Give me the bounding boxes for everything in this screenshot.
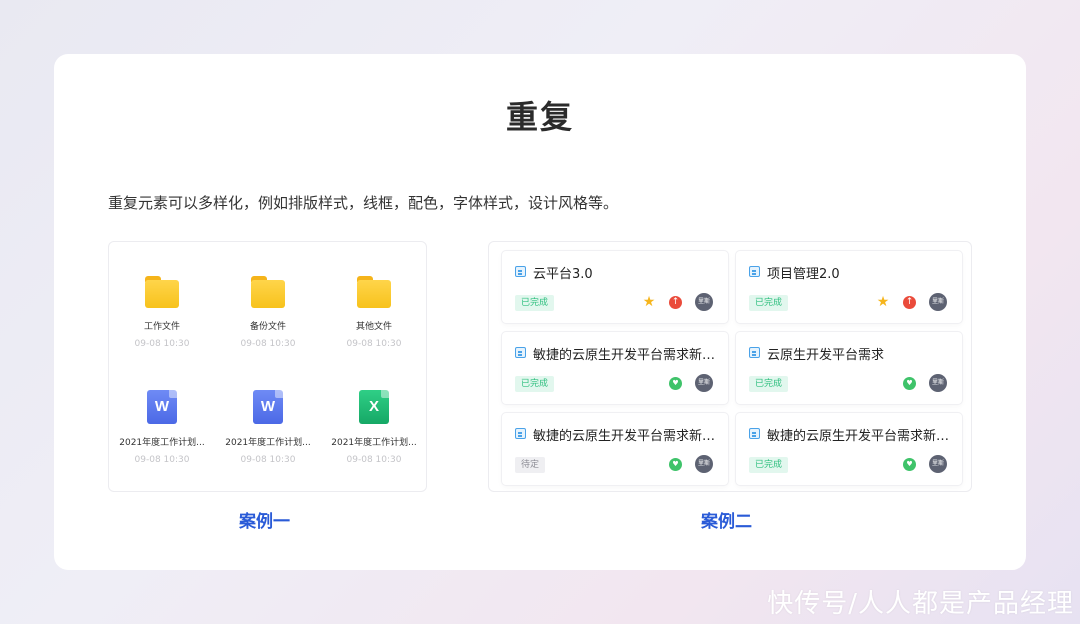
avatar[interactable]: 里斯 bbox=[929, 293, 947, 311]
task-card[interactable]: 敏捷的云原生开发平台需求新… 已完成 ♥ 里斯 bbox=[736, 413, 962, 485]
avatar[interactable]: 里斯 bbox=[695, 455, 713, 473]
task-list-icon bbox=[749, 266, 760, 277]
status-badge: 待定 bbox=[515, 457, 546, 473]
task-title: 云原生开发平台需求 bbox=[767, 348, 885, 363]
file-item[interactable]: W 2021年度工作计划... 09-08 10:30 bbox=[215, 390, 321, 465]
file-name: 其他文件 bbox=[355, 322, 392, 332]
file-item[interactable]: W 2021年度工作计划... 09-08 10:30 bbox=[109, 390, 215, 465]
up-arrow-icon[interactable]: ↑ bbox=[903, 296, 916, 309]
file-name: 工作文件 bbox=[143, 322, 180, 332]
status-badge: 已完成 bbox=[515, 376, 555, 392]
avatar[interactable]: 里斯 bbox=[929, 455, 947, 473]
heart-icon[interactable]: ♥ bbox=[669, 377, 682, 390]
folder-icon bbox=[251, 276, 285, 308]
task-list-icon bbox=[515, 266, 526, 277]
task-title: 敏捷的云原生开发平台需求新… bbox=[767, 429, 950, 444]
file-date: 09-08 10:30 bbox=[240, 339, 296, 349]
case1-label: 案例一 bbox=[239, 512, 290, 532]
heart-icon[interactable]: ♥ bbox=[903, 377, 916, 390]
file-date: 09-08 10:30 bbox=[134, 339, 190, 349]
task-card[interactable]: 敏捷的云原生开发平台需求新… 已完成 ♥ 里斯 bbox=[502, 332, 728, 404]
file-name: 2021年度工作计划... bbox=[225, 438, 311, 448]
task-list-icon bbox=[749, 347, 760, 358]
folder-icon bbox=[357, 276, 391, 308]
page-title: 重复 bbox=[505, 98, 574, 136]
file-date: 09-08 10:30 bbox=[134, 455, 190, 465]
task-list-icon bbox=[515, 428, 526, 439]
watermark-text: 快传号/人人都是产品经理 bbox=[767, 589, 1074, 619]
task-title: 敏捷的云原生开发平台需求新… bbox=[533, 429, 716, 444]
file-date: 09-08 10:30 bbox=[346, 339, 402, 349]
status-badge: 已完成 bbox=[749, 457, 789, 473]
word-doc-icon: W bbox=[147, 390, 177, 424]
word-doc-icon: W bbox=[253, 390, 283, 424]
status-badge: 已完成 bbox=[749, 376, 789, 392]
file-name: 2021年度工作计划... bbox=[119, 438, 205, 448]
file-item[interactable]: 工作文件 09-08 10:30 bbox=[109, 276, 215, 349]
status-badge: 已完成 bbox=[515, 295, 555, 311]
description-text: 重复元素可以多样化，例如排版样式，线框，配色，字体样式，设计风格等。 bbox=[108, 194, 619, 212]
status-badge: 已完成 bbox=[749, 295, 789, 311]
up-arrow-icon[interactable]: ↑ bbox=[669, 296, 682, 309]
file-item[interactable]: 备份文件 09-08 10:30 bbox=[215, 276, 321, 349]
task-title: 敏捷的云原生开发平台需求新… bbox=[533, 348, 716, 363]
heart-icon[interactable]: ♥ bbox=[669, 458, 682, 471]
task-card[interactable]: 云平台3.0 已完成 ★ ↑ 里斯 bbox=[502, 251, 728, 323]
task-title: 项目管理2.0 bbox=[767, 267, 840, 282]
star-icon[interactable]: ★ bbox=[876, 295, 890, 309]
task-card[interactable]: 敏捷的云原生开发平台需求新… 待定 ♥ 里斯 bbox=[502, 413, 728, 485]
task-list-icon bbox=[515, 347, 526, 358]
file-date: 09-08 10:30 bbox=[240, 455, 296, 465]
file-grid-panel: 工作文件 09-08 10:30 备份文件 09-08 10:30 其他文件 0… bbox=[108, 241, 427, 492]
folder-icon bbox=[145, 276, 179, 308]
heart-icon[interactable]: ♥ bbox=[903, 458, 916, 471]
avatar[interactable]: 里斯 bbox=[929, 374, 947, 392]
task-title: 云平台3.0 bbox=[533, 267, 593, 282]
file-date: 09-08 10:30 bbox=[346, 455, 402, 465]
file-name: 备份文件 bbox=[249, 322, 286, 332]
task-card[interactable]: 项目管理2.0 已完成 ★ ↑ 里斯 bbox=[736, 251, 962, 323]
task-grid-panel: 云平台3.0 已完成 ★ ↑ 里斯 项目管理2.0 已完成 ★ ↑ 里斯 敏捷的… bbox=[488, 241, 972, 492]
task-card[interactable]: 云原生开发平台需求 已完成 ♥ 里斯 bbox=[736, 332, 962, 404]
file-name: 2021年度工作计划... bbox=[331, 438, 417, 448]
case2-label: 案例二 bbox=[701, 512, 752, 532]
file-item[interactable]: 其他文件 09-08 10:30 bbox=[321, 276, 427, 349]
avatar[interactable]: 里斯 bbox=[695, 374, 713, 392]
file-item[interactable]: X 2021年度工作计划... 09-08 10:30 bbox=[321, 390, 427, 465]
task-list-icon bbox=[749, 428, 760, 439]
star-icon[interactable]: ★ bbox=[642, 295, 656, 309]
excel-doc-icon: X bbox=[359, 390, 389, 424]
avatar[interactable]: 里斯 bbox=[695, 293, 713, 311]
